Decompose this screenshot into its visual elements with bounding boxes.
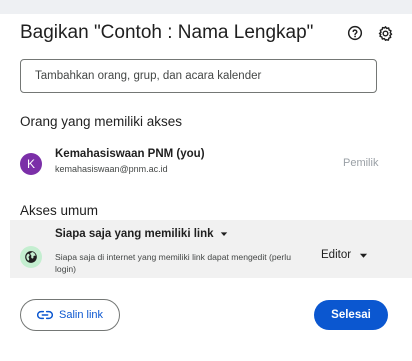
copy-link-button[interactable]: Salin link: [20, 299, 120, 331]
avatar: K: [20, 153, 42, 175]
general-access-option: Siapa saja yang memiliki link: [55, 228, 214, 240]
background-top-strip: [0, 0, 412, 14]
person-name: Kemahasiswaan PNM (you): [55, 148, 205, 160]
copy-link-label: Salin link: [58, 309, 104, 321]
role-dropdown-label: Editor: [321, 249, 352, 261]
role-dropdown[interactable]: Editor: [321, 249, 368, 261]
gear-icon[interactable]: [376, 24, 394, 42]
caret-down-icon: [359, 253, 368, 258]
owner-role-label: Pemilik: [343, 157, 379, 169]
caret-down-icon: [220, 232, 227, 236]
general-access-description: Siapa saja di internet yang memiliki lin…: [55, 252, 291, 274]
done-button[interactable]: Selesai: [314, 300, 388, 330]
add-people-input[interactable]: Tambahkan orang, grup, dan acara kalende…: [20, 59, 377, 93]
link-icon: [37, 310, 53, 320]
general-access-dropdown[interactable]: Siapa saja yang memiliki link: [55, 228, 228, 240]
help-circle-icon[interactable]: [346, 24, 364, 42]
dialog-title: Bagikan "Contoh : Nama Lengkap": [20, 22, 314, 43]
person-email: kemahasiswaan@pnm.ac.id: [55, 164, 168, 174]
people-with-access-heading: Orang yang memiliki akses: [20, 114, 183, 129]
general-access-heading: Akses umum: [20, 203, 99, 218]
globe-icon: [20, 246, 42, 268]
add-people-placeholder: Tambahkan orang, grup, dan acara kalende…: [35, 70, 262, 82]
